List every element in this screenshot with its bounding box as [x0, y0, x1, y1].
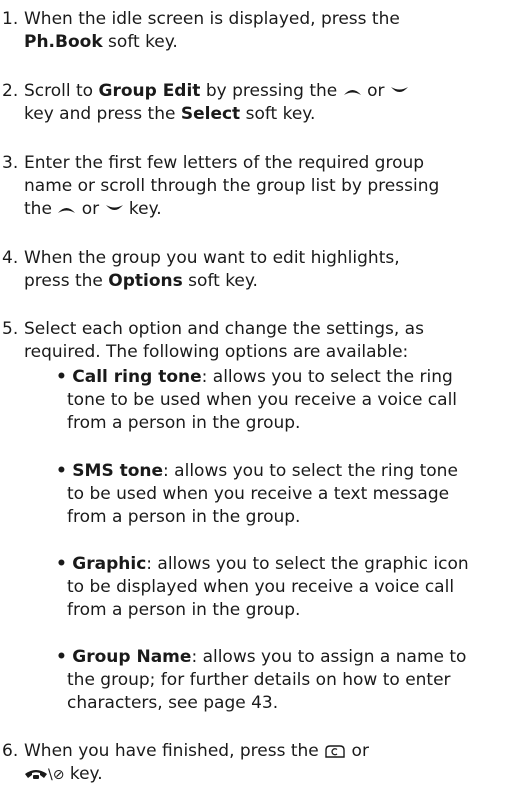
- bullet-text: : allows you to select the graphic icon: [146, 554, 469, 574]
- option-name: SMS tone: [72, 461, 164, 481]
- step-line-text: key.: [123, 199, 162, 219]
- bullet-text: : allows you to select the ring tone: [163, 461, 458, 481]
- bullet-line: • Graphic: allows you to select the grap…: [56, 553, 511, 576]
- step-text: Scroll to Group Edit by pressing the or …: [24, 80, 510, 126]
- step-line-text: or: [76, 199, 105, 219]
- option-name: Graphic: [72, 554, 147, 574]
- bullet-marker: •: [56, 554, 67, 574]
- step-line-text: key and press the: [24, 104, 181, 124]
- bullet-line: • SMS tone: allows you to select the rin…: [56, 460, 511, 483]
- step-line: the or key.: [24, 198, 510, 221]
- bullet-line: tone to be used when you receive a voice…: [67, 390, 458, 410]
- step-line-text: soft key.: [102, 32, 178, 52]
- step-text: When the idle screen is displayed, press…: [24, 8, 510, 54]
- step-line-text: press the: [24, 271, 109, 291]
- step-line: Scroll to Group Edit by pressing the or: [24, 80, 510, 103]
- key-name: Select: [180, 104, 241, 124]
- bullet-line: from a person in the group.: [67, 507, 301, 527]
- step-line: When you have finished, press the or: [24, 740, 510, 763]
- bullet-marker: •: [56, 647, 67, 667]
- cancel-key-icon: [325, 744, 345, 758]
- step-line: Enter the first few letters of the requi…: [24, 153, 425, 173]
- bullet-line: characters, see page 43.: [67, 693, 279, 713]
- menu-name: Group Edit: [98, 81, 201, 101]
- bullet-line: • Call ring tone: allows you to select t…: [56, 366, 511, 389]
- power-key-symbol: \⊘: [48, 767, 65, 783]
- key-name: Ph.Book: [24, 32, 103, 52]
- step-text: Select each option and change the settin…: [24, 318, 510, 364]
- bullet-text: : allows you to assign a name to: [191, 647, 467, 667]
- step-line-text: Scroll to: [24, 81, 99, 101]
- step-line-text: or: [361, 81, 390, 101]
- bullet-item: • Call ring tone: allows you to select t…: [56, 366, 511, 435]
- step-line: key and press the Select soft key.: [24, 103, 510, 126]
- option-name: Call ring tone: [72, 367, 202, 387]
- step-number: 2.: [2, 81, 19, 101]
- end-power-key-icon: [25, 770, 47, 779]
- bullet-marker: •: [56, 367, 67, 387]
- bullet-text: : allows you to select the ring: [201, 367, 453, 387]
- step-line-text: soft key.: [240, 104, 316, 124]
- step-number: 1.: [2, 9, 19, 29]
- bullet-item: • Graphic: allows you to select the grap…: [56, 553, 511, 622]
- step-line: Select each option and change the settin…: [24, 319, 424, 339]
- step-line-text: by pressing the: [200, 81, 343, 101]
- step-line: name or scroll through the group list by…: [24, 176, 440, 196]
- bullet-line: the group; for further details on how to…: [67, 670, 451, 690]
- manual-page: 1. When the idle screen is displayed, pr…: [0, 0, 517, 803]
- step-text: When the group you want to edit highligh…: [24, 247, 510, 293]
- step-line-text: When you have finished, press the: [24, 741, 325, 761]
- step-line: required. The following options are avai…: [24, 342, 409, 362]
- up-arrow-key-icon: [58, 208, 76, 213]
- step-number: 6.: [2, 741, 19, 761]
- bullet-line: from a person in the group.: [67, 600, 301, 620]
- step-line: When the idle screen is displayed, press…: [24, 9, 400, 29]
- key-name: Options: [108, 271, 183, 291]
- bullet-line: to be displayed when you receive a voice…: [67, 577, 455, 597]
- down-arrow-key-icon: [105, 205, 123, 210]
- step-text: When you have finished, press the or \⊘ …: [24, 740, 510, 787]
- step-line-text: key.: [64, 764, 103, 784]
- option-name: Group Name: [72, 647, 192, 667]
- step-line-text: or: [346, 741, 369, 761]
- step-line: When the group you want to edit highligh…: [24, 248, 400, 268]
- step-line-text: the: [24, 199, 58, 219]
- step-number: 4.: [2, 248, 19, 268]
- step-line: press the Options soft key.: [24, 270, 510, 293]
- bullet-marker: •: [56, 461, 67, 481]
- bullet-line: from a person in the group.: [67, 413, 301, 433]
- down-arrow-key-icon: [390, 87, 408, 92]
- up-arrow-key-icon: [343, 90, 361, 95]
- bullet-item: • SMS tone: allows you to select the rin…: [56, 460, 511, 529]
- step-line: Ph.Book soft key.: [24, 31, 510, 54]
- step-line-text: soft key.: [182, 271, 258, 291]
- bullet-line: to be used when you receive a text messa…: [67, 484, 450, 504]
- step-number: 3.: [2, 153, 19, 173]
- step-number: 5.: [2, 319, 19, 339]
- step-line: \⊘ key.: [24, 763, 510, 787]
- bullet-item: • Group Name: allows you to assign a nam…: [56, 646, 511, 715]
- bullet-line: • Group Name: allows you to assign a nam…: [56, 646, 511, 669]
- step-text: Enter the first few letters of the requi…: [24, 152, 510, 221]
